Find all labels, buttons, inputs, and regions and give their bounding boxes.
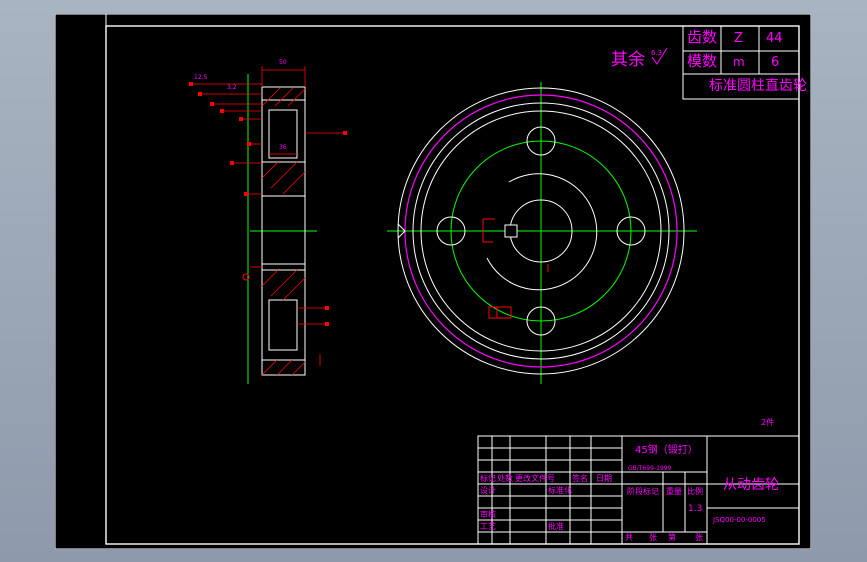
drawing-sheet: 其余 6.3 齿数 Z 44 模数 m 6 标准圆柱直齿轮 50 36 12.5… [55, 14, 811, 549]
param-value-teeth: 44 [766, 31, 783, 46]
param-symbol-module: m [733, 55, 745, 69]
rev-header-count: 处数 [497, 474, 513, 483]
tolerance-frame [488, 306, 512, 319]
sheet-total-label: 共 [625, 533, 633, 542]
param-value-module: 6 [771, 55, 780, 70]
material-label: 45钢（锻打） [635, 445, 698, 456]
scale-header: 比例 [687, 487, 703, 496]
section-width-dim: 50 [279, 59, 287, 66]
hub-arc [486, 173, 598, 291]
cad-drawing [55, 14, 811, 549]
standard-ref: GB/T699-1999 [628, 465, 672, 472]
section-view [189, 66, 347, 384]
stage-header: 阶段标记 [627, 487, 659, 496]
row-design: 设计 [480, 486, 496, 495]
sheet-no-label: 第 [668, 533, 676, 542]
section-roughness-2: 3.2 [227, 84, 237, 91]
param-label-module: 模数 [687, 52, 718, 70]
page-mark: 2件 [761, 418, 775, 427]
sheet-inner-border [105, 25, 800, 545]
lower-hole-section [268, 299, 298, 351]
sheet-outer-border [55, 14, 811, 549]
keyway [504, 224, 518, 238]
dimension-arrows [189, 82, 347, 326]
lower-rim [261, 359, 306, 376]
param-label-teeth: 齿数 [687, 28, 718, 46]
surface-note-text: 其余 [611, 50, 645, 70]
section-dimensions [190, 66, 345, 366]
row-review: 审核 [480, 510, 496, 519]
rev-header-mark: 标记 [480, 474, 496, 483]
sheet-no-unit: 张 [695, 533, 703, 542]
rev-header-sign: 签名 [572, 474, 588, 483]
standardize-label: 标准化 [548, 486, 572, 495]
scale-value: 1.3 [688, 504, 703, 514]
front-view [387, 82, 697, 384]
rev-header-date: 日期 [596, 474, 612, 483]
sheet-total-unit: 张 [649, 533, 657, 542]
surface-note-roughness: 6.3 [651, 49, 663, 57]
section-roughness-1: 12.5 [194, 74, 208, 81]
param-symbol-teeth: Z [734, 31, 743, 46]
drawing-number: JSQ00-00-0005 [713, 516, 766, 524]
rev-header-doc: 更改文件号 [515, 474, 555, 483]
approve-label: 批准 [548, 522, 564, 531]
part-name: 从动齿轮 [723, 477, 779, 493]
weight-header: 重量 [666, 487, 682, 496]
gear-standard-label: 标准圆柱直齿轮 [709, 78, 807, 94]
section-hub-dim: 36 [279, 144, 287, 151]
row-process: 工艺 [480, 522, 496, 531]
